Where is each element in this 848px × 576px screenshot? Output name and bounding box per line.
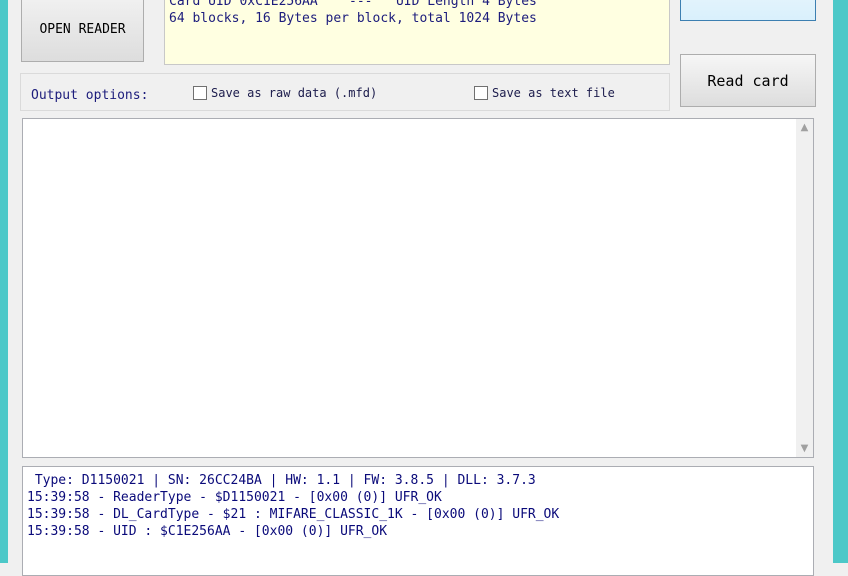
log-line: 15:39:58 - UID : $C1E256AA - [0x00 (0)] … — [27, 524, 388, 539]
scroll-down-icon[interactable]: ▼ — [796, 440, 813, 457]
window-border-right — [833, 0, 848, 563]
scroll-up-icon[interactable]: ▲ — [796, 119, 813, 136]
card-blocks-line: 64 blocks, 16 Bytes per block, total 102… — [169, 11, 537, 26]
save-text-checkbox[interactable] — [474, 86, 488, 100]
save-raw-checkbox[interactable] — [193, 86, 207, 100]
log-line: Type: D1150021 | SN: 26CC24BA | HW: 1.1 … — [27, 473, 536, 488]
save-raw-option[interactable]: Save as raw data (.mfd) — [193, 86, 377, 100]
read-card-button[interactable]: Read card — [680, 54, 816, 107]
card-info-box: Card UID 0xC1E256AA --- UID Length 4 Byt… — [164, 0, 670, 65]
log-line: 15:39:58 - ReaderType - $D1150021 - [0x0… — [27, 490, 442, 505]
card-uid-line: Card UID 0xC1E256AA --- UID Length 4 Byt… — [169, 0, 537, 9]
top-right-button[interactable] — [680, 0, 816, 21]
card-data-output[interactable]: ▲ ▼ — [22, 118, 814, 458]
open-reader-button[interactable]: OPEN READER — [21, 0, 144, 62]
save-text-option[interactable]: Save as text file — [474, 86, 615, 100]
window-border-left — [0, 0, 8, 563]
save-raw-label: Save as raw data (.mfd) — [211, 86, 378, 100]
save-text-label: Save as text file — [492, 86, 615, 100]
log-output[interactable]: Type: D1150021 | SN: 26CC24BA | HW: 1.1 … — [22, 466, 814, 576]
log-line: 15:39:58 - DL_CardType - $21 : MIFARE_CL… — [27, 507, 560, 522]
main-window: OPEN READER Card UID 0xC1E256AA --- UID … — [8, 0, 833, 576]
output-scrollbar[interactable]: ▲ ▼ — [796, 119, 813, 457]
output-options-panel: Output options: Save as raw data (.mfd) … — [20, 73, 670, 111]
output-options-label: Output options: — [31, 88, 149, 103]
